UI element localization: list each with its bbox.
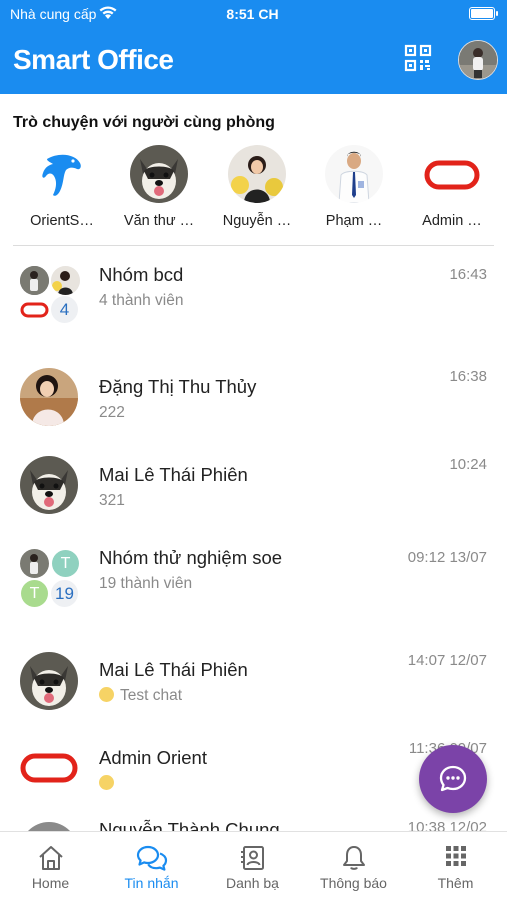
dog-avatar [130,145,188,203]
status-bar: Nhà cung cấp 8:51 CH [10,6,498,24]
conversation-item[interactable]: Mai Lê Thái Phiên Test chat 14:07 12/07 [0,650,507,730]
conversation-subtitle: 19 thành viên [99,575,193,592]
contacts-icon [240,846,264,870]
home-icon [38,846,63,870]
group-avatar: T T 19 [20,547,80,607]
tab-messages[interactable]: Tin nhắn [101,832,202,901]
woman-avatar [228,145,286,203]
conversation-title: Admin Orient [99,747,207,768]
dog-avatar [20,650,80,710]
tab-label: Tin nhắn [124,875,179,891]
member-count-badge: 19 [51,580,78,607]
app-header: Nhà cung cấp 8:51 CH Smart Office [0,0,507,94]
user-avatar[interactable] [458,40,498,80]
chat-icon [136,845,167,871]
conversation-title: Mai Lê Thái Phiên [99,464,248,485]
story-name: OrientS… [30,213,94,229]
tab-home[interactable]: Home [0,832,101,901]
tab-label: Thêm [437,875,474,891]
conversation-subtitle: 4 thành viên [99,292,184,309]
status-time: 8:51 CH [226,6,279,22]
member-count-badge: 4 [51,296,78,323]
conversation-time: 16:43 [449,266,487,283]
battery-icon [469,7,498,20]
chat-bubble-icon [439,765,467,792]
conversation-subtitle: 222 [99,404,125,421]
story-name: Văn thư … [123,213,195,229]
story-name: Admin … [422,213,482,229]
conversation-item[interactable]: Đặng Thị Thu Thủy 222 16:38 [0,366,507,446]
tab-label: Thông báo [320,875,387,891]
qr-code-icon[interactable] [404,44,432,72]
story-item[interactable]: OrientS… [15,142,109,229]
tab-contacts[interactable]: Danh bạ [202,832,303,901]
conversation-subtitle: Test chat [120,687,183,704]
emoji-icon [99,687,114,702]
story-item[interactable]: Admin … [405,142,499,229]
new-chat-button[interactable] [419,745,487,813]
dolphin-logo [33,145,91,203]
story-item[interactable]: Văn thư … [112,142,206,229]
dog-avatar [20,454,80,514]
section-divider [13,245,494,246]
story-name: Nguyễn … [222,213,292,229]
member-initial-badge: T [52,550,79,577]
conversation-time: 10:24 [449,456,487,473]
conversation-item[interactable]: Mai Lê Thái Phiên 321 10:24 [0,454,507,534]
conversation-subtitle: 321 [99,492,125,509]
grid-icon [445,846,466,866]
avatar [20,819,80,831]
bell-icon [342,846,365,870]
story-item[interactable]: Phạm … [307,142,401,229]
conversation-subtitle-wrap: Test chat [99,687,182,705]
conversation-title: Nguyễn Thành Chung [99,819,280,831]
conversation-title: Mai Lê Thái Phiên [99,659,248,680]
oracle-logo [423,145,481,203]
conversation-subtitle-wrap [99,775,114,793]
group-avatar: 4 [20,264,80,324]
story-item[interactable]: Nguyễn … [210,142,304,229]
conversation-item[interactable]: Nguyễn Thành Chung 10:38 12/02 [0,819,507,831]
conversation-time: 09:12 13/07 [407,549,487,566]
app-title: Smart Office [13,44,174,75]
conversation-time: 14:07 12/07 [407,652,487,669]
tab-label: Home [31,875,70,891]
man-avatar [325,145,383,203]
conversation-time: 16:38 [449,368,487,385]
section-title: Trò chuyện với người cùng phòng [13,114,275,131]
conversation-title: Nhóm thử nghiệm soe [99,547,283,568]
tab-notifications[interactable]: Thông báo [303,832,404,901]
room-members-row: OrientS… Văn thư … Nguyễn … Phạm … Admin… [0,142,507,237]
member-initial-badge: T [21,580,48,607]
conversation-item[interactable]: T T 19 Nhóm thử nghiệm soe 19 thành viên… [0,547,507,627]
story-name: Phạm … [325,213,383,229]
woman-avatar [20,366,80,426]
emoji-icon [99,775,114,790]
conversation-title: Đặng Thị Thu Thủy [99,376,257,397]
conversation-item[interactable]: 4 Nhóm bcd 4 thành viên 16:43 [0,264,507,344]
tab-more[interactable]: Thêm [405,832,506,901]
conversation-title: Nhóm bcd [99,264,184,285]
conversation-time: 10:38 12/02 [407,819,487,831]
oracle-logo [20,738,80,798]
bottom-tab-bar: Home Tin nhắn Danh bạ Thông báo Thêm [0,831,507,901]
tab-label: Danh bạ [226,875,279,891]
